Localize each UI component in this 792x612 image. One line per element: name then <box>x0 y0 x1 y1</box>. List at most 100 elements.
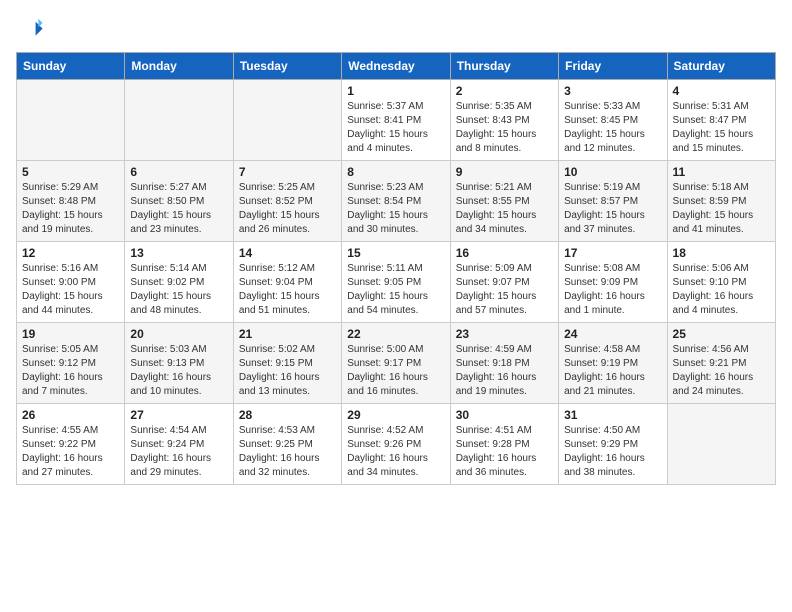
day-number: 1 <box>347 84 444 98</box>
calendar-cell: 6 Sunrise: 5:27 AM Sunset: 8:50 PM Daylig… <box>125 161 233 242</box>
calendar-cell: 15 Sunrise: 5:11 AM Sunset: 9:05 PM Dayli… <box>342 242 450 323</box>
day-info: Sunrise: 5:06 AM Sunset: 9:10 PM Dayligh… <box>673 262 770 318</box>
day-info: Sunrise: 5:12 AM Sunset: 9:04 PM Dayligh… <box>239 262 336 318</box>
calendar-cell: 25 Sunrise: 4:56 AM Sunset: 9:21 PM Dayli… <box>667 323 775 404</box>
day-info: Sunrise: 5:23 AM Sunset: 8:54 PM Dayligh… <box>347 181 444 237</box>
calendar-week-row: 12 Sunrise: 5:16 AM Sunset: 9:00 PM Dayli… <box>17 242 776 323</box>
calendar-cell <box>667 404 775 485</box>
day-number: 7 <box>239 165 336 179</box>
day-number: 21 <box>239 327 336 341</box>
calendar-cell: 1 Sunrise: 5:37 AM Sunset: 8:41 PM Daylig… <box>342 80 450 161</box>
calendar-cell: 22 Sunrise: 5:00 AM Sunset: 9:17 PM Dayli… <box>342 323 450 404</box>
day-info: Sunrise: 4:51 AM Sunset: 9:28 PM Dayligh… <box>456 424 553 480</box>
calendar-cell: 11Sunrise: 5:18 AM Sunset: 8:59 PM Dayli… <box>667 161 775 242</box>
day-number: 3 <box>564 84 661 98</box>
day-number: 19 <box>22 327 119 341</box>
day-info: Sunrise: 4:53 AM Sunset: 9:25 PM Dayligh… <box>239 424 336 480</box>
calendar-table: SundayMondayTuesdayWednesdayThursdayFrid… <box>16 52 776 485</box>
logo <box>16 16 48 44</box>
day-info: Sunrise: 5:05 AM Sunset: 9:12 PM Dayligh… <box>22 343 119 399</box>
day-number: 24 <box>564 327 661 341</box>
calendar-cell: 9Sunrise: 5:21 AM Sunset: 8:55 PM Daylig… <box>450 161 558 242</box>
day-info: Sunrise: 4:55 AM Sunset: 9:22 PM Dayligh… <box>22 424 119 480</box>
day-number: 20 <box>130 327 227 341</box>
calendar-cell <box>17 80 125 161</box>
page-header <box>16 16 776 44</box>
day-info: Sunrise: 5:37 AM Sunset: 8:41 PM Dayligh… <box>347 100 444 156</box>
weekday-header: Sunday <box>17 53 125 80</box>
calendar-cell <box>125 80 233 161</box>
day-number: 6 <box>130 165 227 179</box>
day-info: Sunrise: 5:02 AM Sunset: 9:15 PM Dayligh… <box>239 343 336 399</box>
day-number: 8 <box>347 165 444 179</box>
day-info: Sunrise: 5:27 AM Sunset: 8:50 PM Dayligh… <box>130 181 227 237</box>
calendar-cell: 13 Sunrise: 5:14 AM Sunset: 9:02 PM Dayli… <box>125 242 233 323</box>
day-number: 31 <box>564 408 661 422</box>
calendar-cell <box>233 80 341 161</box>
day-number: 11 <box>673 165 770 179</box>
calendar-week-row: 5Sunrise: 5:29 AM Sunset: 8:48 PM Daylig… <box>17 161 776 242</box>
calendar-cell: 12 Sunrise: 5:16 AM Sunset: 9:00 PM Dayli… <box>17 242 125 323</box>
calendar-cell: 26 Sunrise: 4:55 AM Sunset: 9:22 PM Dayli… <box>17 404 125 485</box>
day-number: 17 <box>564 246 661 260</box>
day-info: Sunrise: 5:31 AM Sunset: 8:47 PM Dayligh… <box>673 100 770 156</box>
day-number: 30 <box>456 408 553 422</box>
calendar-cell: 2Sunrise: 5:35 AM Sunset: 8:43 PM Daylig… <box>450 80 558 161</box>
calendar-cell: 8 Sunrise: 5:23 AM Sunset: 8:54 PM Daylig… <box>342 161 450 242</box>
calendar-header-row: SundayMondayTuesdayWednesdayThursdayFrid… <box>17 53 776 80</box>
day-info: Sunrise: 5:08 AM Sunset: 9:09 PM Dayligh… <box>564 262 661 318</box>
day-info: Sunrise: 4:59 AM Sunset: 9:18 PM Dayligh… <box>456 343 553 399</box>
day-number: 2 <box>456 84 553 98</box>
day-info: Sunrise: 5:16 AM Sunset: 9:00 PM Dayligh… <box>22 262 119 318</box>
day-info: Sunrise: 5:00 AM Sunset: 9:17 PM Dayligh… <box>347 343 444 399</box>
day-number: 13 <box>130 246 227 260</box>
calendar-week-row: 19 Sunrise: 5:05 AM Sunset: 9:12 PM Dayli… <box>17 323 776 404</box>
calendar-cell: 16 Sunrise: 5:09 AM Sunset: 9:07 PM Dayli… <box>450 242 558 323</box>
day-number: 14 <box>239 246 336 260</box>
day-info: Sunrise: 5:03 AM Sunset: 9:13 PM Dayligh… <box>130 343 227 399</box>
day-number: 22 <box>347 327 444 341</box>
day-number: 12 <box>22 246 119 260</box>
weekday-header: Friday <box>559 53 667 80</box>
calendar-cell: 23 Sunrise: 4:59 AM Sunset: 9:18 PM Dayli… <box>450 323 558 404</box>
day-number: 18 <box>673 246 770 260</box>
weekday-header: Monday <box>125 53 233 80</box>
day-info: Sunrise: 5:29 AM Sunset: 8:48 PM Dayligh… <box>22 181 119 237</box>
day-number: 28 <box>239 408 336 422</box>
day-info: Sunrise: 5:25 AM Sunset: 8:52 PM Dayligh… <box>239 181 336 237</box>
calendar-cell: 14 Sunrise: 5:12 AM Sunset: 9:04 PM Dayli… <box>233 242 341 323</box>
calendar-cell: 7 Sunrise: 5:25 AM Sunset: 8:52 PM Daylig… <box>233 161 341 242</box>
day-number: 26 <box>22 408 119 422</box>
calendar-cell: 3 Sunrise: 5:33 AM Sunset: 8:45 PM Daylig… <box>559 80 667 161</box>
day-number: 16 <box>456 246 553 260</box>
day-info: Sunrise: 5:21 AM Sunset: 8:55 PM Dayligh… <box>456 181 553 237</box>
calendar-cell: 20 Sunrise: 5:03 AM Sunset: 9:13 PM Dayli… <box>125 323 233 404</box>
weekday-header: Thursday <box>450 53 558 80</box>
day-info: Sunrise: 5:19 AM Sunset: 8:57 PM Dayligh… <box>564 181 661 237</box>
day-number: 4 <box>673 84 770 98</box>
day-info: Sunrise: 5:14 AM Sunset: 9:02 PM Dayligh… <box>130 262 227 318</box>
calendar-cell: 21 Sunrise: 5:02 AM Sunset: 9:15 PM Dayli… <box>233 323 341 404</box>
day-info: Sunrise: 4:54 AM Sunset: 9:24 PM Dayligh… <box>130 424 227 480</box>
day-info: Sunrise: 4:56 AM Sunset: 9:21 PM Dayligh… <box>673 343 770 399</box>
calendar-cell: 30 Sunrise: 4:51 AM Sunset: 9:28 PM Dayli… <box>450 404 558 485</box>
calendar-week-row: 1 Sunrise: 5:37 AM Sunset: 8:41 PM Daylig… <box>17 80 776 161</box>
day-info: Sunrise: 5:11 AM Sunset: 9:05 PM Dayligh… <box>347 262 444 318</box>
day-info: Sunrise: 4:52 AM Sunset: 9:26 PM Dayligh… <box>347 424 444 480</box>
day-info: Sunrise: 4:50 AM Sunset: 9:29 PM Dayligh… <box>564 424 661 480</box>
weekday-header: Wednesday <box>342 53 450 80</box>
calendar-cell: 28 Sunrise: 4:53 AM Sunset: 9:25 PM Dayli… <box>233 404 341 485</box>
day-number: 23 <box>456 327 553 341</box>
day-number: 29 <box>347 408 444 422</box>
calendar-cell: 18 Sunrise: 5:06 AM Sunset: 9:10 PM Dayli… <box>667 242 775 323</box>
calendar-cell: 19 Sunrise: 5:05 AM Sunset: 9:12 PM Dayli… <box>17 323 125 404</box>
day-number: 15 <box>347 246 444 260</box>
calendar-cell: 5Sunrise: 5:29 AM Sunset: 8:48 PM Daylig… <box>17 161 125 242</box>
day-number: 25 <box>673 327 770 341</box>
day-info: Sunrise: 5:09 AM Sunset: 9:07 PM Dayligh… <box>456 262 553 318</box>
weekday-header: Saturday <box>667 53 775 80</box>
calendar-cell: 29 Sunrise: 4:52 AM Sunset: 9:26 PM Dayli… <box>342 404 450 485</box>
day-info: Sunrise: 5:33 AM Sunset: 8:45 PM Dayligh… <box>564 100 661 156</box>
day-info: Sunrise: 4:58 AM Sunset: 9:19 PM Dayligh… <box>564 343 661 399</box>
calendar-cell: 24 Sunrise: 4:58 AM Sunset: 9:19 PM Dayli… <box>559 323 667 404</box>
